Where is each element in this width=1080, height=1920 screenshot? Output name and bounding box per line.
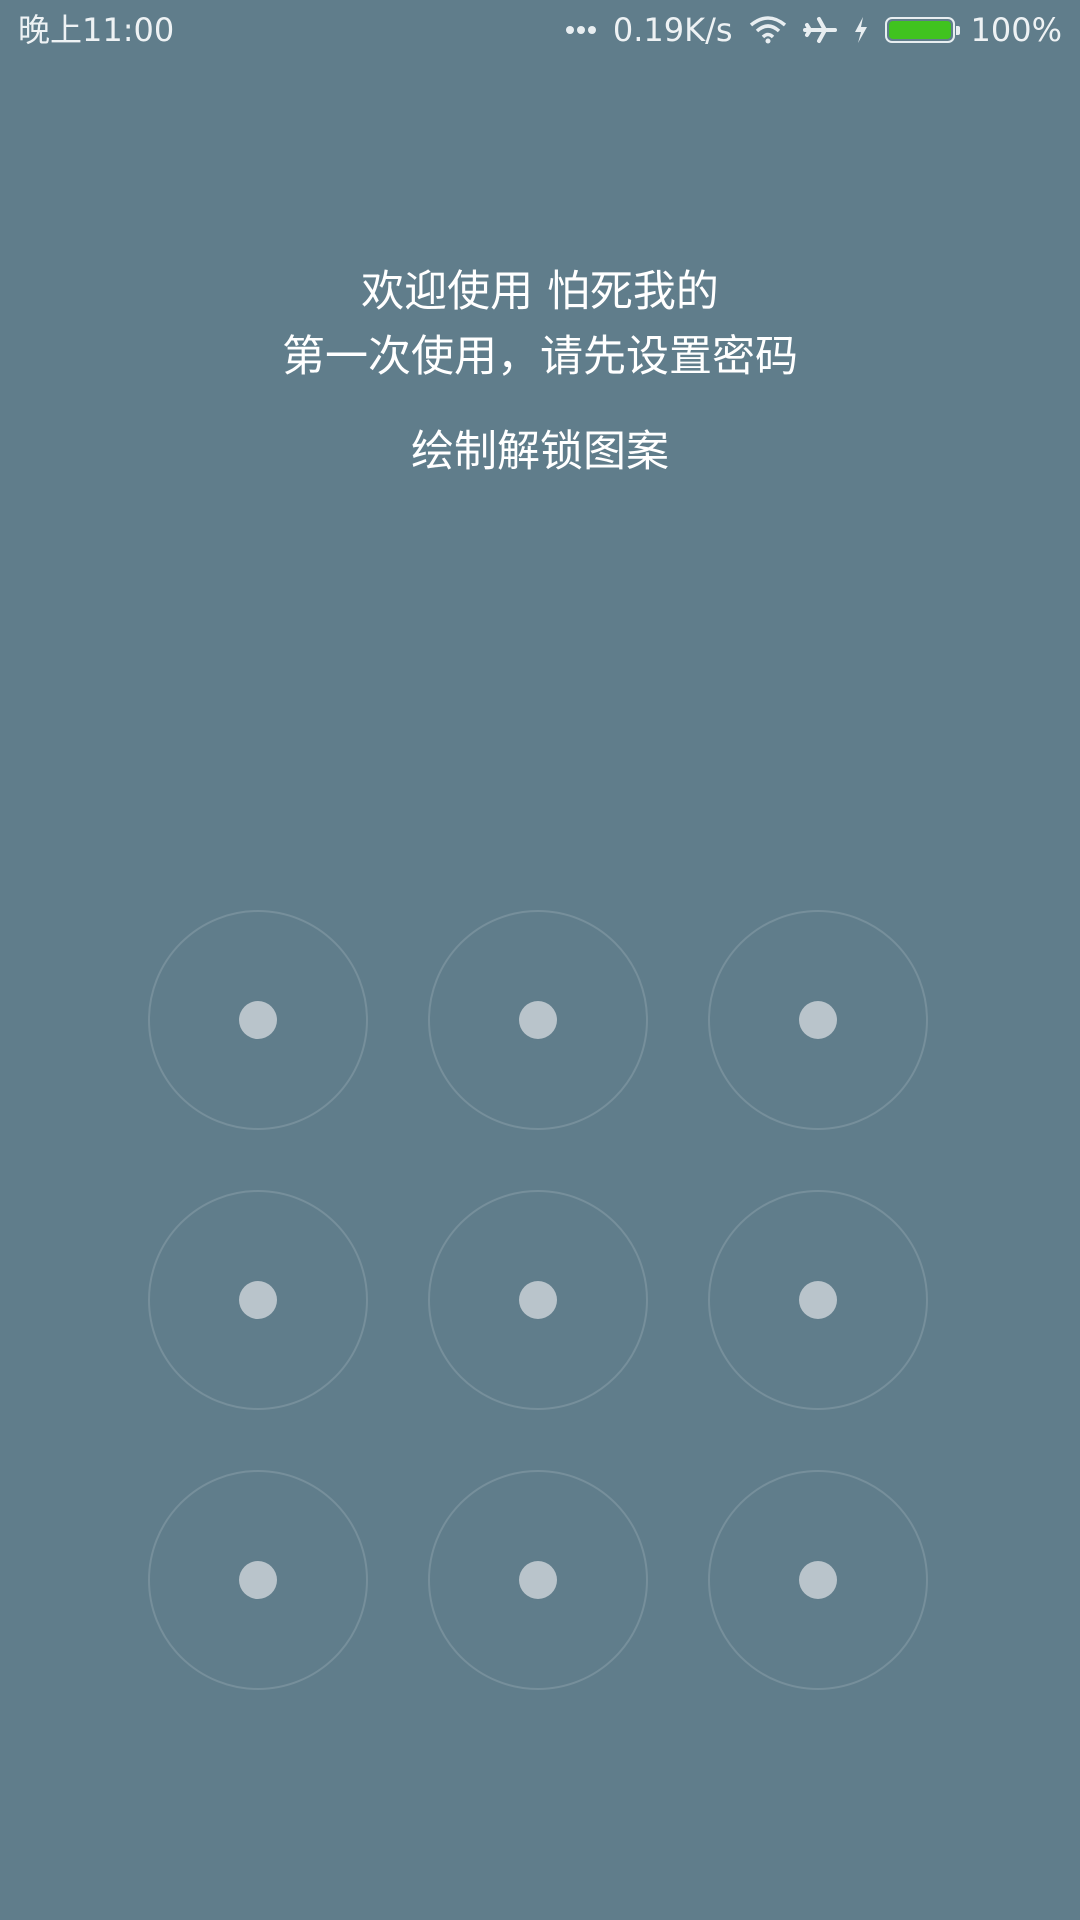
battery-fill (888, 21, 951, 39)
pattern-dot (519, 1001, 557, 1039)
status-icons: 0.19K/s 100% (549, 10, 1062, 50)
battery-cap (955, 26, 960, 35)
pattern-node-3[interactable] (708, 910, 928, 1130)
pattern-lock-grid[interactable] (148, 910, 932, 1694)
pattern-node-2[interactable] (428, 910, 648, 1130)
welcome-title: 欢迎使用 怕死我的 (361, 267, 719, 317)
pattern-dot (799, 1281, 837, 1319)
pattern-dot (799, 1561, 837, 1599)
battery-icon (884, 17, 960, 43)
pattern-node-5[interactable] (428, 1190, 648, 1410)
status-time: 晚上11:00 (18, 11, 175, 49)
airplane-icon (802, 15, 837, 45)
welcome-subtitle: 第一次使用，请先设置密码 (282, 332, 798, 382)
pattern-node-4[interactable] (148, 1190, 368, 1410)
pattern-dot (239, 1281, 277, 1319)
pattern-node-1[interactable] (148, 910, 368, 1130)
wifi-icon (749, 16, 787, 44)
status-bar: 晚上11:00 0.19K/s 100% (0, 0, 1080, 60)
network-speed: 0.19K/s (612, 11, 733, 49)
dots-icon (565, 25, 597, 35)
charge-icon (853, 16, 869, 44)
battery-percent: 100% (970, 11, 1062, 49)
pattern-node-8[interactable] (428, 1470, 648, 1690)
pattern-dot (239, 1561, 277, 1599)
pattern-node-9[interactable] (708, 1470, 928, 1690)
pattern-dot (519, 1561, 557, 1599)
pattern-dot (799, 1001, 837, 1039)
pattern-dot (519, 1281, 557, 1319)
draw-pattern-label: 绘制解锁图案 (411, 427, 669, 477)
pattern-node-6[interactable] (708, 1190, 928, 1410)
pattern-dot (239, 1001, 277, 1039)
pattern-node-7[interactable] (148, 1470, 368, 1690)
